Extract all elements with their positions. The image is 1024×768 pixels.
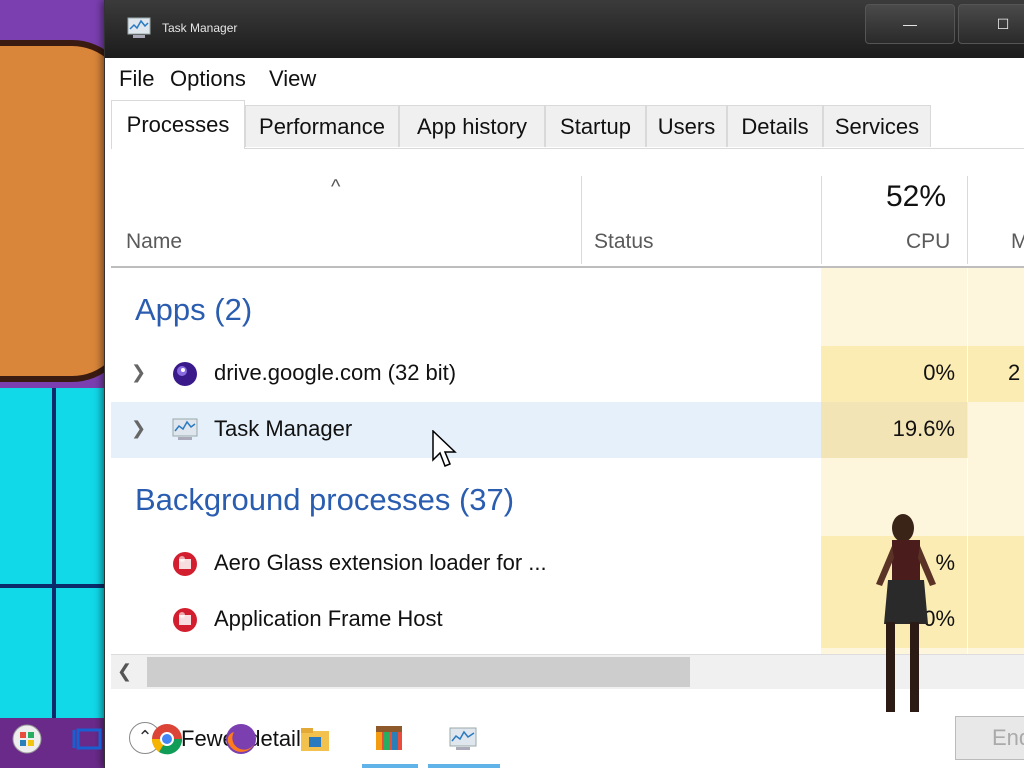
chrome-icon[interactable] [150, 722, 184, 756]
tab-processes[interactable]: Processes [111, 100, 245, 149]
column-divider[interactable] [581, 176, 582, 264]
window-title: Task Manager [162, 21, 238, 35]
table-row[interactable]: ❯ Task Manager 19.6% [111, 402, 1024, 458]
scrollbar-thumb[interactable] [147, 657, 690, 687]
memory-cell [968, 592, 1024, 648]
start-orb-icon[interactable] [10, 722, 44, 756]
tab-users[interactable]: Users [646, 105, 727, 147]
cpu-total-percent: 52% [886, 180, 947, 213]
chevron-right-icon[interactable]: ❯ [131, 362, 146, 383]
cpu-cell: 19.6% [821, 402, 967, 458]
memory-cell [968, 536, 1024, 592]
column-headers: ^ Name Status 52% CPU M [111, 170, 1024, 268]
taskbar-active-indicator [362, 764, 418, 768]
end-task-button[interactable]: End [955, 716, 1024, 760]
memory-cell: 2 [968, 346, 1024, 402]
taskbar-active-indicator [428, 764, 500, 768]
group-apps-title: Apps (2) [135, 292, 253, 327]
column-divider[interactable] [967, 176, 968, 264]
menu-bar: File Options View [111, 60, 1024, 98]
process-generic-icon [173, 552, 197, 576]
sort-ascending-icon: ^ [331, 176, 341, 198]
menu-options[interactable]: Options [170, 66, 246, 92]
column-name[interactable]: Name [126, 230, 182, 254]
task-manager-icon [127, 17, 151, 38]
firefox-icon[interactable] [224, 722, 258, 756]
column-status[interactable]: Status [594, 230, 654, 254]
process-name: drive.google.com (32 bit) [214, 360, 457, 385]
column-cpu[interactable]: CPU [906, 230, 950, 254]
task-manager-taskbar-icon[interactable] [446, 722, 480, 756]
tab-details[interactable]: Details [727, 105, 823, 147]
title-bar[interactable]: Task Manager — ☐ [105, 0, 1024, 58]
cpu-value: 0% [923, 360, 955, 385]
memory-value: 2 [1008, 360, 1021, 385]
group-background-title: Background processes (37) [135, 482, 515, 517]
scroll-left-icon[interactable]: ❮ [117, 661, 132, 682]
tab-startup[interactable]: Startup [545, 105, 646, 147]
end-task-label: End [992, 725, 1024, 750]
dancer-figure-image [876, 514, 936, 712]
tab-app-history[interactable]: App history [399, 105, 545, 147]
file-explorer-icon[interactable] [298, 722, 332, 756]
mouse-cursor-icon [432, 430, 457, 467]
paint-app-icon[interactable] [372, 722, 406, 756]
minimize-button[interactable]: — [865, 4, 955, 44]
menu-view[interactable]: View [269, 66, 316, 92]
process-name: Application Frame Host [214, 606, 443, 631]
cpu-value: 19.6% [892, 416, 955, 441]
tab-services[interactable]: Services [823, 105, 931, 147]
process-generic-icon [173, 608, 197, 632]
column-divider[interactable] [821, 176, 822, 264]
tab-strip: Processes Performance App history Startu… [111, 100, 1024, 149]
column-memory[interactable]: M [1011, 230, 1024, 254]
task-manager-icon [172, 418, 198, 440]
table-row[interactable]: ❯ drive.google.com (32 bit) 0% 2 [111, 346, 1024, 402]
memory-cell [968, 402, 1024, 458]
menu-file[interactable]: File [119, 66, 154, 92]
chevron-right-icon[interactable]: ❯ [131, 418, 146, 439]
cpu-cell: 0% [821, 346, 967, 402]
wallpaper-lines [0, 388, 120, 718]
tab-performance[interactable]: Performance [245, 105, 399, 147]
process-name: Aero Glass extension loader for ... [214, 550, 547, 575]
maximize-button[interactable]: ☐ [958, 4, 1024, 44]
process-name: Task Manager [214, 416, 353, 441]
task-view-icon[interactable] [72, 722, 106, 756]
app-orb-icon [173, 362, 197, 386]
